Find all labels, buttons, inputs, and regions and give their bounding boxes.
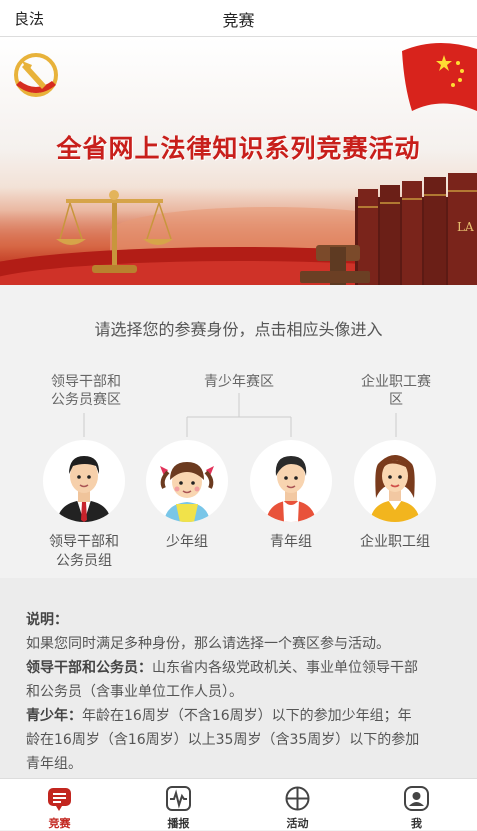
flag-icon bbox=[402, 42, 477, 111]
child-avatar-icon bbox=[160, 462, 214, 522]
broadcast-icon bbox=[166, 786, 191, 811]
party-emblem-icon bbox=[14, 53, 58, 97]
group-label-enterprise: 企业职工赛 区 bbox=[361, 374, 431, 408]
law-books-icon bbox=[300, 173, 477, 285]
banner: 全省网上法律知识系列竞赛活动 LA bbox=[0, 37, 477, 285]
notes-line: 年龄在16周岁（不含16周岁）以下的参加少年组；年 bbox=[82, 708, 412, 724]
notes-term: 青少年： bbox=[26, 708, 82, 724]
avatar-label-worker: 企业职工组 bbox=[360, 534, 430, 550]
bottom-tab-bar: 竞赛 播报 活动 我 bbox=[0, 778, 477, 830]
notes-line: 和公务员（含事业单位工作人员）。 bbox=[26, 684, 243, 700]
tab-contest[interactable]: 竞赛 bbox=[0, 779, 119, 830]
worker-avatar-icon bbox=[370, 455, 420, 522]
tab-broadcast[interactable]: 播报 bbox=[119, 779, 238, 830]
notes-panel: 说明： 如果您同时满足多种身份，那么请选择一个赛区参与活动。 领导干部和公务员：… bbox=[0, 578, 477, 778]
avatar-label-leader: 领导干部和 公务员组 bbox=[49, 534, 119, 569]
avatar-child-button[interactable] bbox=[146, 440, 228, 522]
avatar-label-youth: 青年组 bbox=[270, 534, 312, 550]
identity-prompt: 请选择您的参赛身份，点击相应头像进入 bbox=[94, 320, 383, 339]
leader-avatar-icon bbox=[57, 456, 111, 522]
group-label-leaders: 领导干部和 公务员赛区 bbox=[51, 374, 121, 408]
avatar-label-child: 少年组 bbox=[166, 534, 208, 550]
tab-activity[interactable]: 活动 bbox=[238, 779, 357, 830]
book-spine-label: LA bbox=[457, 220, 474, 234]
youth-avatar-icon bbox=[266, 456, 316, 522]
top-bar: 良法 竞赛 bbox=[0, 0, 477, 37]
banner-headline: 全省网上法律知识系列竞赛活动 bbox=[56, 134, 421, 163]
notes-line: 龄在16周岁（含16周岁）以上35周岁（含35周岁）以下的参加 bbox=[26, 732, 420, 748]
notes-line: 山东省内各级党政机关、事业单位领导干部 bbox=[152, 660, 418, 676]
avatar-worker-button[interactable] bbox=[354, 440, 436, 522]
avatar-youth-button[interactable] bbox=[250, 440, 332, 522]
group-label-youth: 青少年赛区 bbox=[204, 374, 274, 390]
avatar-leader-button[interactable] bbox=[43, 440, 125, 522]
justice-scale-icon bbox=[56, 190, 173, 273]
notes-text: 说明： 如果您同时满足多种身份，那么请选择一个赛区参与活动。 领导干部和公务员：… bbox=[26, 608, 456, 776]
activity-icon bbox=[285, 786, 310, 811]
page-title: 竞赛 bbox=[222, 11, 255, 30]
notes-heading: 说明： bbox=[26, 612, 68, 628]
notes-line: 青年组。 bbox=[26, 756, 82, 772]
profile-icon bbox=[404, 786, 429, 811]
contest-icon bbox=[48, 788, 71, 811]
tab-profile[interactable]: 我 bbox=[357, 779, 476, 830]
notes-term: 领导干部和公务员： bbox=[26, 660, 152, 676]
notes-line: 如果您同时满足多种身份，那么请选择一个赛区参与活动。 bbox=[26, 636, 390, 652]
